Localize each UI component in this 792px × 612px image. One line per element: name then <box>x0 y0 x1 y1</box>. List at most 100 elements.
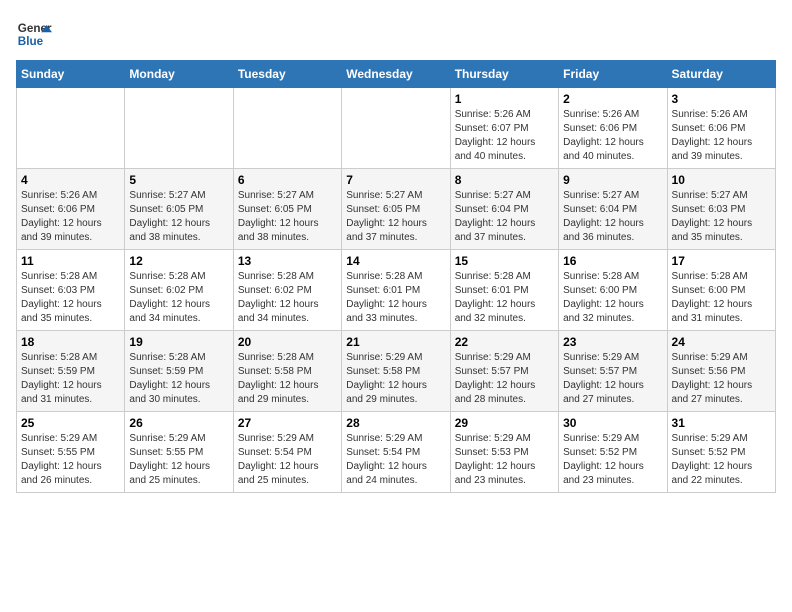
day-number: 8 <box>455 173 554 187</box>
day-number: 20 <box>238 335 337 349</box>
calendar-cell: 7 Sunrise: 5:27 AM Sunset: 6:05 PM Daylig… <box>342 169 450 250</box>
calendar-cell: 26 Sunrise: 5:29 AM Sunset: 5:55 PM Dayli… <box>125 412 233 493</box>
day-number: 1 <box>455 92 554 106</box>
day-info: Sunrise: 5:26 AM Sunset: 6:06 PM Dayligh… <box>21 189 120 245</box>
day-number: 30 <box>563 416 662 430</box>
calendar-cell: 18 Sunrise: 5:28 AM Sunset: 5:59 PM Dayli… <box>17 331 125 412</box>
calendar-cell: 4 Sunrise: 5:26 AM Sunset: 6:06 PM Daylig… <box>17 169 125 250</box>
day-info: Sunrise: 5:27 AM Sunset: 6:04 PM Dayligh… <box>455 189 554 245</box>
day-info: Sunrise: 5:28 AM Sunset: 6:00 PM Dayligh… <box>672 270 771 326</box>
calendar-day-header: Thursday <box>450 61 558 88</box>
day-number: 13 <box>238 254 337 268</box>
calendar-week-row: 18 Sunrise: 5:28 AM Sunset: 5:59 PM Dayli… <box>17 331 776 412</box>
day-number: 2 <box>563 92 662 106</box>
day-info: Sunrise: 5:28 AM Sunset: 6:01 PM Dayligh… <box>346 270 445 326</box>
calendar-cell: 20Sunrise: 5:28 AM Sunset: 5:58 PM Dayli… <box>233 331 341 412</box>
calendar-cell: 5 Sunrise: 5:27 AM Sunset: 6:05 PM Daylig… <box>125 169 233 250</box>
day-info: Sunrise: 5:28 AM Sunset: 6:01 PM Dayligh… <box>455 270 554 326</box>
day-number: 25 <box>21 416 120 430</box>
calendar-week-row: 4 Sunrise: 5:26 AM Sunset: 6:06 PM Daylig… <box>17 169 776 250</box>
day-number: 16 <box>563 254 662 268</box>
day-number: 14 <box>346 254 445 268</box>
day-info: Sunrise: 5:27 AM Sunset: 6:03 PM Dayligh… <box>672 189 771 245</box>
logo-icon: General Blue <box>16 16 52 52</box>
calendar-cell <box>17 88 125 169</box>
calendar-cell <box>342 88 450 169</box>
calendar-day-header: Friday <box>559 61 667 88</box>
day-info: Sunrise: 5:29 AM Sunset: 5:53 PM Dayligh… <box>455 432 554 488</box>
calendar-cell: 23 Sunrise: 5:29 AM Sunset: 5:57 PM Dayli… <box>559 331 667 412</box>
calendar-cell: 9 Sunrise: 5:27 AM Sunset: 6:04 PM Daylig… <box>559 169 667 250</box>
calendar-cell: 15Sunrise: 5:28 AM Sunset: 6:01 PM Dayli… <box>450 250 558 331</box>
calendar-day-header: Saturday <box>667 61 775 88</box>
day-info: Sunrise: 5:28 AM Sunset: 6:03 PM Dayligh… <box>21 270 120 326</box>
day-number: 21 <box>346 335 445 349</box>
calendar-cell: 25 Sunrise: 5:29 AM Sunset: 5:55 PM Dayli… <box>17 412 125 493</box>
day-info: Sunrise: 5:26 AM Sunset: 6:06 PM Dayligh… <box>672 108 771 164</box>
calendar-cell: 14 Sunrise: 5:28 AM Sunset: 6:01 PM Dayli… <box>342 250 450 331</box>
calendar-cell: 30 Sunrise: 5:29 AM Sunset: 5:52 PM Dayli… <box>559 412 667 493</box>
day-number: 19 <box>129 335 228 349</box>
day-info: Sunrise: 5:29 AM Sunset: 5:58 PM Dayligh… <box>346 351 445 407</box>
calendar-cell: 29Sunrise: 5:29 AM Sunset: 5:53 PM Dayli… <box>450 412 558 493</box>
calendar-week-row: 25 Sunrise: 5:29 AM Sunset: 5:55 PM Dayli… <box>17 412 776 493</box>
day-info: Sunrise: 5:29 AM Sunset: 5:55 PM Dayligh… <box>21 432 120 488</box>
day-info: Sunrise: 5:26 AM Sunset: 6:06 PM Dayligh… <box>563 108 662 164</box>
calendar-cell: 21 Sunrise: 5:29 AM Sunset: 5:58 PM Dayli… <box>342 331 450 412</box>
day-number: 3 <box>672 92 771 106</box>
calendar-cell: 11Sunrise: 5:28 AM Sunset: 6:03 PM Dayli… <box>17 250 125 331</box>
day-number: 31 <box>672 416 771 430</box>
calendar-cell: 19 Sunrise: 5:28 AM Sunset: 5:59 PM Dayli… <box>125 331 233 412</box>
day-number: 12 <box>129 254 228 268</box>
day-number: 10 <box>672 173 771 187</box>
logo: General Blue <box>16 16 52 52</box>
calendar-cell: 31 Sunrise: 5:29 AM Sunset: 5:52 PM Dayli… <box>667 412 775 493</box>
day-info: Sunrise: 5:29 AM Sunset: 5:57 PM Dayligh… <box>563 351 662 407</box>
calendar-week-row: 11Sunrise: 5:28 AM Sunset: 6:03 PM Dayli… <box>17 250 776 331</box>
day-number: 5 <box>129 173 228 187</box>
day-number: 22 <box>455 335 554 349</box>
day-number: 18 <box>21 335 120 349</box>
day-info: Sunrise: 5:28 AM Sunset: 5:59 PM Dayligh… <box>129 351 228 407</box>
calendar-cell: 13Sunrise: 5:28 AM Sunset: 6:02 PM Dayli… <box>233 250 341 331</box>
calendar-cell: 8 Sunrise: 5:27 AM Sunset: 6:04 PM Daylig… <box>450 169 558 250</box>
day-number: 27 <box>238 416 337 430</box>
calendar-cell <box>125 88 233 169</box>
day-info: Sunrise: 5:27 AM Sunset: 6:05 PM Dayligh… <box>346 189 445 245</box>
calendar-cell: 3 Sunrise: 5:26 AM Sunset: 6:06 PM Daylig… <box>667 88 775 169</box>
day-info: Sunrise: 5:28 AM Sunset: 6:00 PM Dayligh… <box>563 270 662 326</box>
calendar-cell: 28 Sunrise: 5:29 AM Sunset: 5:54 PM Dayli… <box>342 412 450 493</box>
day-info: Sunrise: 5:27 AM Sunset: 6:04 PM Dayligh… <box>563 189 662 245</box>
calendar-day-header: Monday <box>125 61 233 88</box>
calendar-week-row: 1 Sunrise: 5:26 AM Sunset: 6:07 PM Daylig… <box>17 88 776 169</box>
day-info: Sunrise: 5:29 AM Sunset: 5:57 PM Dayligh… <box>455 351 554 407</box>
day-info: Sunrise: 5:28 AM Sunset: 6:02 PM Dayligh… <box>129 270 228 326</box>
day-info: Sunrise: 5:27 AM Sunset: 6:05 PM Dayligh… <box>129 189 228 245</box>
day-number: 24 <box>672 335 771 349</box>
day-number: 9 <box>563 173 662 187</box>
calendar-table: SundayMondayTuesdayWednesdayThursdayFrid… <box>16 60 776 493</box>
day-number: 28 <box>346 416 445 430</box>
day-info: Sunrise: 5:28 AM Sunset: 5:59 PM Dayligh… <box>21 351 120 407</box>
day-number: 7 <box>346 173 445 187</box>
calendar-cell: 10 Sunrise: 5:27 AM Sunset: 6:03 PM Dayli… <box>667 169 775 250</box>
day-info: Sunrise: 5:29 AM Sunset: 5:54 PM Dayligh… <box>238 432 337 488</box>
calendar-cell: 22 Sunrise: 5:29 AM Sunset: 5:57 PM Dayli… <box>450 331 558 412</box>
day-info: Sunrise: 5:29 AM Sunset: 5:52 PM Dayligh… <box>672 432 771 488</box>
day-number: 6 <box>238 173 337 187</box>
day-number: 23 <box>563 335 662 349</box>
day-number: 26 <box>129 416 228 430</box>
calendar-cell: 1 Sunrise: 5:26 AM Sunset: 6:07 PM Daylig… <box>450 88 558 169</box>
calendar-cell <box>233 88 341 169</box>
day-info: Sunrise: 5:29 AM Sunset: 5:55 PM Dayligh… <box>129 432 228 488</box>
day-info: Sunrise: 5:26 AM Sunset: 6:07 PM Dayligh… <box>455 108 554 164</box>
calendar-cell: 2 Sunrise: 5:26 AM Sunset: 6:06 PM Daylig… <box>559 88 667 169</box>
day-info: Sunrise: 5:29 AM Sunset: 5:52 PM Dayligh… <box>563 432 662 488</box>
day-info: Sunrise: 5:27 AM Sunset: 6:05 PM Dayligh… <box>238 189 337 245</box>
day-info: Sunrise: 5:29 AM Sunset: 5:54 PM Dayligh… <box>346 432 445 488</box>
calendar-cell: 27 Sunrise: 5:29 AM Sunset: 5:54 PM Dayli… <box>233 412 341 493</box>
day-number: 17 <box>672 254 771 268</box>
day-number: 4 <box>21 173 120 187</box>
calendar-header-row: SundayMondayTuesdayWednesdayThursdayFrid… <box>17 61 776 88</box>
calendar-day-header: Sunday <box>17 61 125 88</box>
